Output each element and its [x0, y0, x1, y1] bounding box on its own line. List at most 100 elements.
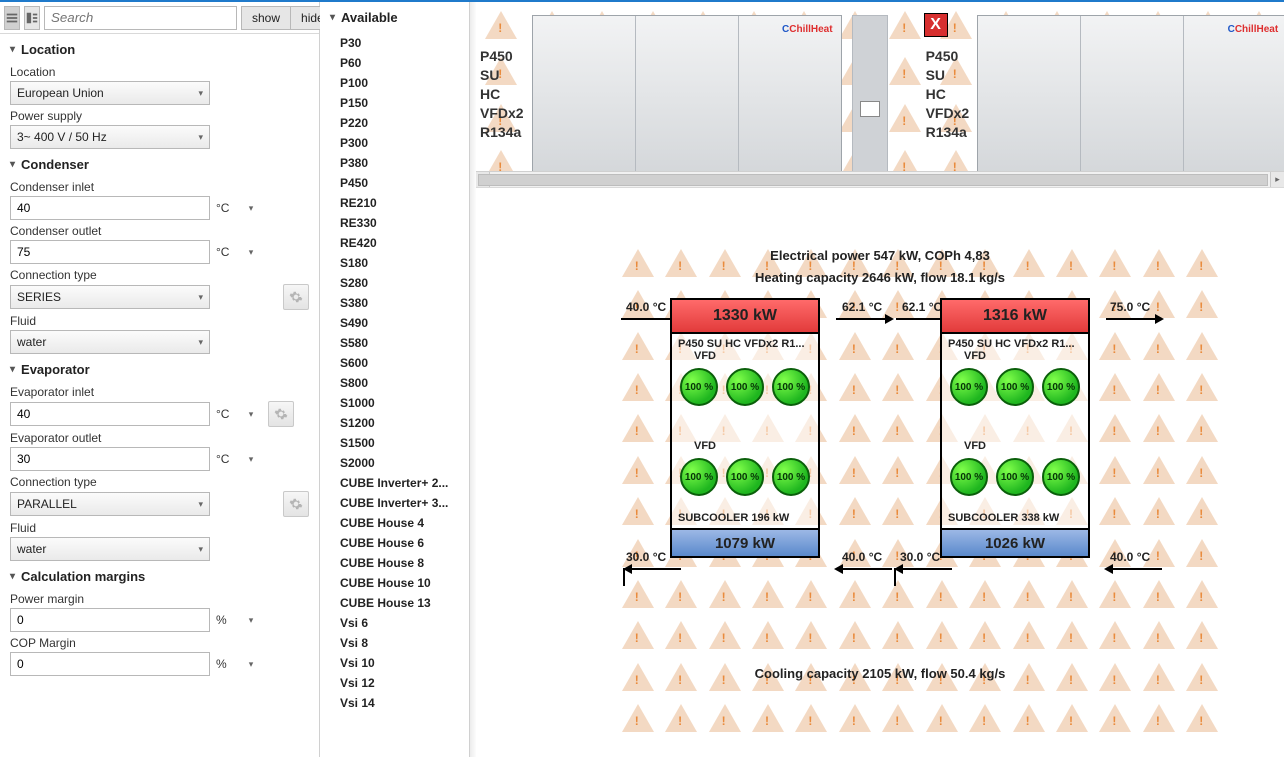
available-item[interactable]: CUBE House 4: [336, 513, 469, 533]
flow-arrow-icon: [836, 568, 892, 570]
evaporator-outlet-input[interactable]: [10, 447, 210, 471]
warning-icon: [1143, 621, 1175, 649]
cop-margin-input[interactable]: [10, 652, 210, 676]
available-item[interactable]: CUBE Inverter+ 3...: [336, 493, 469, 513]
condenser-fluid-select[interactable]: water: [10, 330, 210, 354]
subcooler-label: SUBCOOLER 338 kW: [942, 506, 1088, 528]
unit-drop-icon[interactable]: ▾: [244, 447, 258, 471]
warning-icon: [882, 580, 914, 608]
warning-icon: [882, 704, 914, 732]
available-item[interactable]: P30: [336, 33, 469, 53]
warning-icon: [969, 621, 1001, 649]
evaporator-connection-select[interactable]: PARALLEL: [10, 492, 210, 516]
gear-icon[interactable]: [283, 284, 309, 310]
available-item[interactable]: S2000: [336, 453, 469, 473]
label: Condenser inlet: [10, 180, 309, 194]
section-condenser[interactable]: Condenser: [10, 149, 309, 176]
compressor-gauge-icon: 100 %: [1042, 368, 1080, 406]
evaporator-fluid-select[interactable]: water: [10, 537, 210, 561]
horizontal-scrollbar[interactable]: ◂ ▸: [476, 171, 1284, 187]
unit-block[interactable]: 1316 kW P450 SU HC VFDx2 R1... VFD 100 %…: [940, 298, 1090, 558]
warning-icon: [665, 580, 697, 608]
condenser-inlet-input[interactable]: [10, 196, 210, 220]
heating-power: 1330 kW: [670, 298, 820, 334]
unit-drop-icon[interactable]: ▾: [244, 196, 258, 220]
unit-drop-icon[interactable]: ▾: [244, 608, 258, 632]
available-item[interactable]: P150: [336, 93, 469, 113]
unit-block[interactable]: 1330 kW P450 SU HC VFDx2 R1... VFD 100 %…: [670, 298, 820, 558]
available-item[interactable]: RE210: [336, 193, 469, 213]
unit-label: °C: [216, 452, 238, 466]
available-item[interactable]: Vsi 12: [336, 673, 469, 693]
compressor-gauge-icon: 100 %: [1042, 458, 1080, 496]
available-item[interactable]: CUBE House 13: [336, 593, 469, 613]
label: Power supply: [10, 109, 309, 123]
available-item[interactable]: P220: [336, 113, 469, 133]
scroll-right-icon[interactable]: ▸: [1270, 172, 1284, 187]
available-item[interactable]: RE420: [336, 233, 469, 253]
search-input[interactable]: [44, 6, 237, 30]
available-item[interactable]: P450: [336, 173, 469, 193]
available-item[interactable]: Vsi 14: [336, 693, 469, 713]
available-item[interactable]: S180: [336, 253, 469, 273]
view-detail-icon[interactable]: [24, 6, 40, 30]
available-item[interactable]: Vsi 6: [336, 613, 469, 633]
unit-drop-icon[interactable]: ▾: [244, 652, 258, 676]
unit-drop-icon[interactable]: ▾: [244, 240, 258, 264]
vfd-label: VFD: [672, 350, 818, 366]
view-list-icon[interactable]: [4, 6, 20, 30]
gear-icon[interactable]: [283, 491, 309, 517]
available-item[interactable]: S490: [336, 313, 469, 333]
compressor-gauge-icon: 100 %: [726, 458, 764, 496]
unit-label: °C: [216, 201, 238, 215]
section-available[interactable]: Available: [320, 2, 469, 33]
available-item[interactable]: P100: [336, 73, 469, 93]
available-item[interactable]: CUBE House 8: [336, 553, 469, 573]
warning-icon: [1143, 704, 1175, 732]
available-item[interactable]: Vsi 10: [336, 653, 469, 673]
product-card[interactable]: P450SUHCVFDx2R134a CChillHeat: [480, 15, 888, 175]
available-item[interactable]: S1200: [336, 413, 469, 433]
available-item[interactable]: P380: [336, 153, 469, 173]
available-item[interactable]: S580: [336, 333, 469, 353]
brand-logo: CChillHeat: [782, 24, 833, 35]
scroll-thumb[interactable]: [478, 174, 1268, 186]
warning-icon: [1056, 704, 1088, 732]
brand-logo: CChillHeat: [1228, 24, 1279, 35]
power-supply-select[interactable]: 3~ 400 V / 50 Hz: [10, 125, 210, 149]
toolbar: show hide: [0, 2, 319, 34]
available-item[interactable]: S280: [336, 273, 469, 293]
condenser-outlet-input[interactable]: [10, 240, 210, 264]
condenser-connection-select[interactable]: SERIES: [10, 285, 210, 309]
power-margin-input[interactable]: [10, 608, 210, 632]
warning-icon: [1013, 580, 1045, 608]
evaporator-inlet-input[interactable]: [10, 402, 210, 426]
available-item[interactable]: S1500: [336, 433, 469, 453]
available-item[interactable]: S1000: [336, 393, 469, 413]
available-item[interactable]: P300: [336, 133, 469, 153]
available-item[interactable]: S800: [336, 373, 469, 393]
show-button[interactable]: show: [241, 6, 291, 30]
section-evaporator[interactable]: Evaporator: [10, 354, 309, 381]
available-item[interactable]: P60: [336, 53, 469, 73]
unit-label: °C: [216, 245, 238, 259]
compressor-gauge-icon: 100 %: [996, 458, 1034, 496]
available-item[interactable]: CUBE Inverter+ 2...: [336, 473, 469, 493]
available-item[interactable]: RE330: [336, 213, 469, 233]
flow-arrow-icon: [625, 568, 681, 570]
available-item[interactable]: CUBE House 10: [336, 573, 469, 593]
section-margins[interactable]: Calculation margins: [10, 561, 309, 588]
close-icon[interactable]: X: [924, 13, 948, 37]
gear-icon[interactable]: [268, 401, 294, 427]
section-location[interactable]: Location: [10, 34, 309, 61]
warning-icon: [752, 704, 784, 732]
available-item[interactable]: CUBE House 6: [336, 533, 469, 553]
available-item[interactable]: S380: [336, 293, 469, 313]
product-card[interactable]: X P450SUHCVFDx2R134a CChillHeat: [926, 15, 1284, 175]
available-item[interactable]: Vsi 8: [336, 633, 469, 653]
unit-drop-icon[interactable]: ▾: [244, 402, 258, 426]
available-item[interactable]: S600: [336, 353, 469, 373]
location-select[interactable]: European Union: [10, 81, 210, 105]
vfd-label: VFD: [942, 416, 1088, 456]
unit-label: %: [216, 613, 238, 627]
